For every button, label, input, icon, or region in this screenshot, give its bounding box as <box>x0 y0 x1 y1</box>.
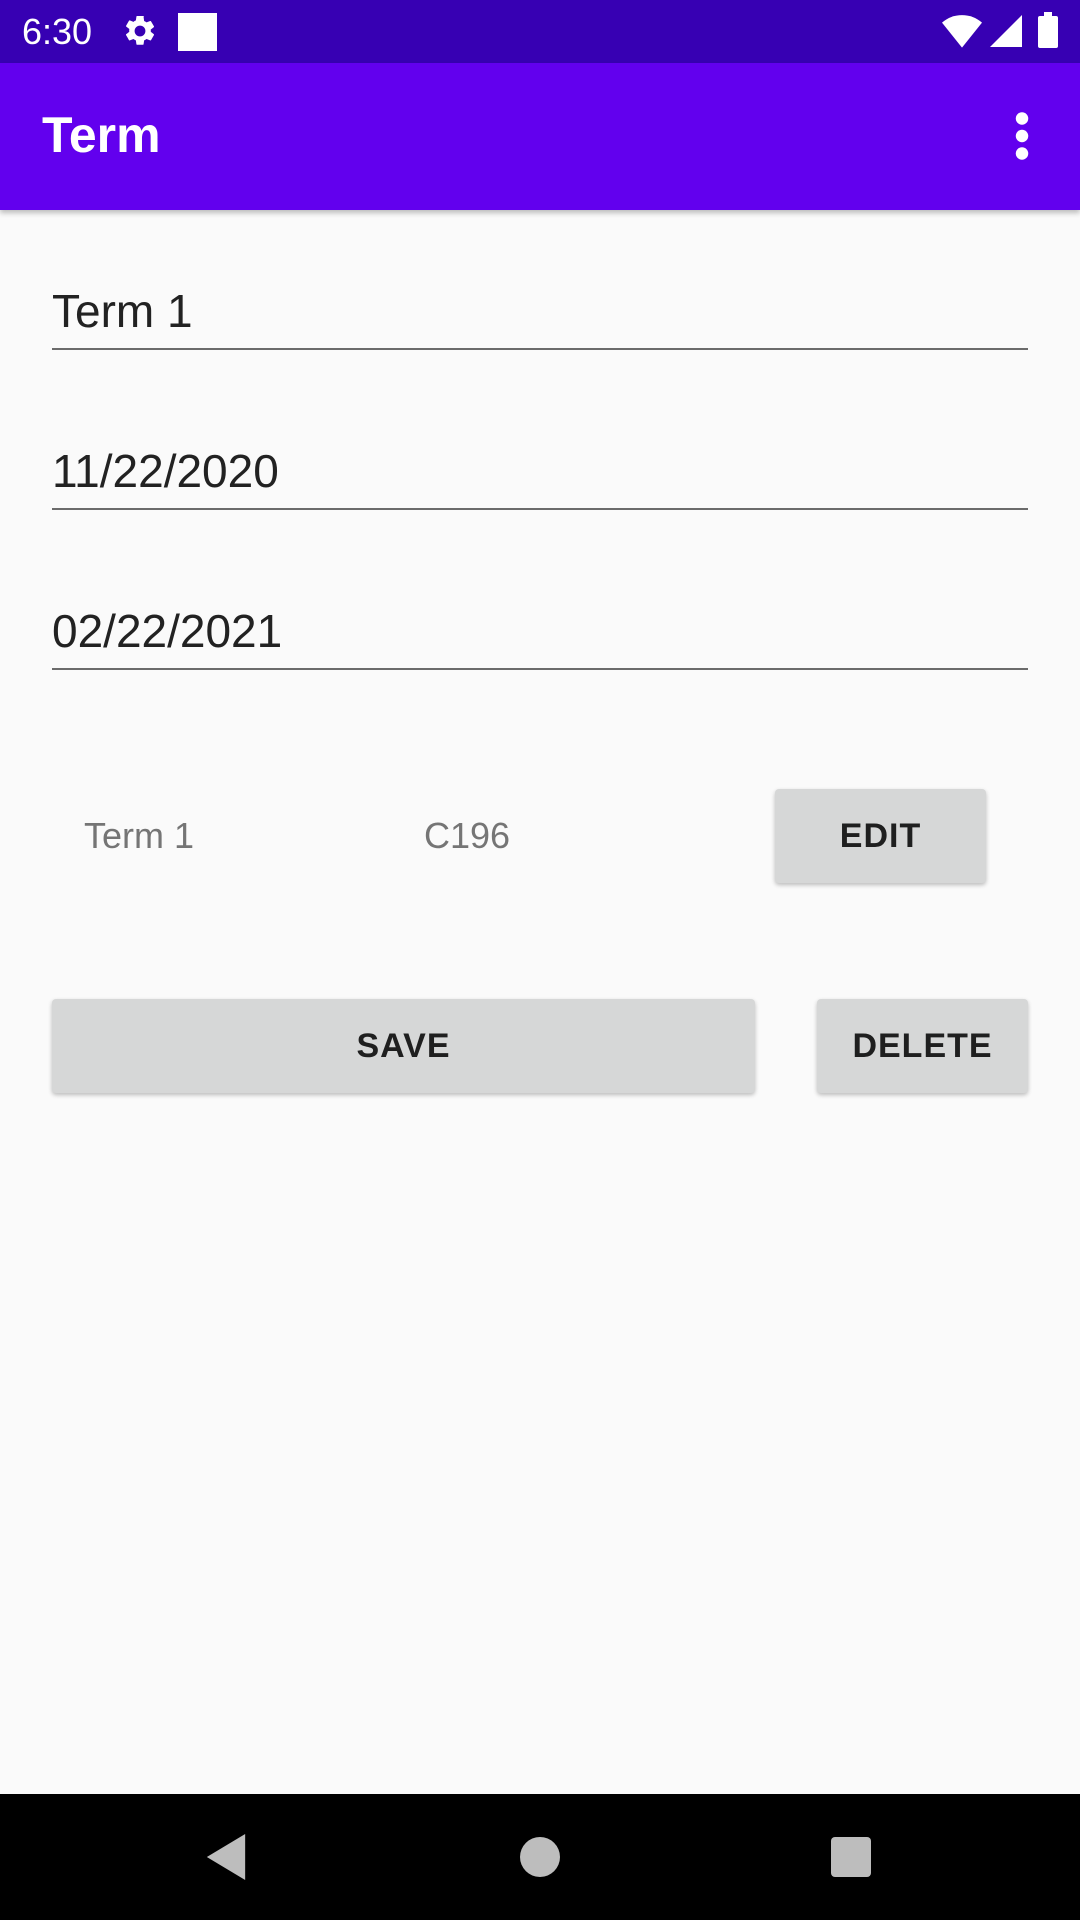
end-date-field <box>52 588 1028 670</box>
navigation-bar <box>0 1794 1080 1920</box>
course-row-term: Term 1 <box>84 815 195 856</box>
term-name-input[interactable] <box>52 284 1028 338</box>
start-date-input[interactable] <box>52 444 1028 498</box>
recents-icon[interactable] <box>831 1837 871 1877</box>
delete-button[interactable]: DELETE <box>817 999 1028 1093</box>
save-button[interactable]: SAVE <box>52 999 755 1093</box>
battery-icon <box>1038 12 1058 48</box>
wifi-icon <box>942 15 982 48</box>
back-icon[interactable] <box>206 1834 246 1880</box>
gear-icon <box>125 15 155 45</box>
edit-button[interactable]: EDIT <box>775 789 986 883</box>
page-title: Term <box>42 107 161 163</box>
more-vertical-icon[interactable] <box>1000 111 1044 161</box>
end-date-input[interactable] <box>52 604 1028 658</box>
term-name-field <box>52 268 1028 350</box>
signal-icon <box>990 15 1022 47</box>
status-time: 6:30 <box>22 11 93 52</box>
square-notification-icon <box>178 13 217 51</box>
status-bar: 6:30 <box>0 0 1080 63</box>
home-icon[interactable] <box>520 1837 560 1877</box>
course-row-code: C196 <box>424 815 511 856</box>
start-date-field <box>52 428 1028 510</box>
app-bar: Term <box>0 63 1080 210</box>
